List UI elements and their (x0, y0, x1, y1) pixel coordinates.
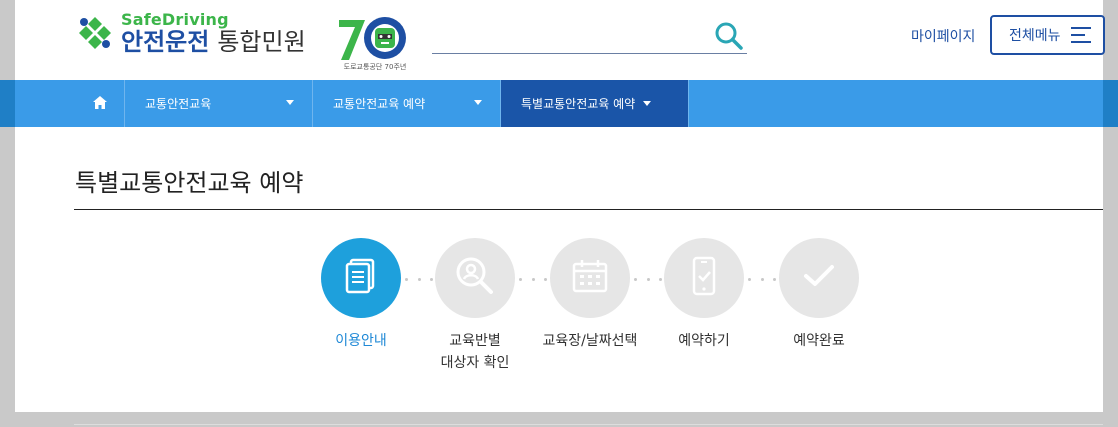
step-reserve[interactable]: 예약하기 (664, 238, 744, 349)
mobile-check-icon (691, 256, 717, 300)
logo-sub-text: SafeDriving (121, 10, 229, 29)
nav-item-education-reservation[interactable]: 교통안전교육 예약 (313, 80, 501, 127)
site-logo[interactable]: SafeDriving 안전운전 통합민원 (75, 12, 306, 54)
page-title: 특별교통안전교육 예약 (75, 169, 304, 197)
caret-down-icon (286, 100, 294, 105)
anniversary-70-logo: 도로교통공단 70주년 (335, 12, 415, 71)
mypage-link[interactable]: 마이페이지 (911, 26, 975, 46)
home-icon (92, 94, 107, 113)
nav-item-label: 교통안전교육 (145, 97, 212, 111)
search-bar[interactable] (432, 18, 747, 54)
step-label: 예약완료 (793, 333, 845, 349)
nav-home-button[interactable] (75, 80, 125, 127)
checkmark-icon (802, 263, 836, 293)
step-guide[interactable]: 이용안내 (321, 238, 401, 349)
step-location-date[interactable]: 교육장/날짜선택 (543, 238, 637, 349)
caret-down-icon (474, 100, 482, 105)
nav-item-label: 교통안전교육 예약 (333, 97, 426, 111)
step-complete[interactable]: 예약완료 (779, 238, 859, 349)
nav-item-traffic-safety-education[interactable]: 교통안전교육 (125, 80, 313, 127)
hamburger-icon (1071, 27, 1091, 45)
all-menu-button[interactable]: 전체메뉴 (990, 15, 1105, 55)
anniversary-caption: 도로교통공단 70주년 (343, 63, 407, 71)
person-search-icon (454, 255, 496, 301)
bottom-divider (74, 424, 1103, 425)
calendar-icon (571, 258, 609, 298)
document-icon (343, 257, 379, 299)
title-divider (74, 209, 1103, 210)
step-target-check[interactable]: 교육반별 대상자 확인 (435, 238, 515, 371)
all-menu-label: 전체메뉴 (1009, 28, 1061, 44)
logo-main-text: 안전운전 (121, 28, 210, 56)
main-nav-bar: 교통안전교육 교통안전교육 예약 특별교통안전교육 예약 (0, 80, 1118, 127)
logo-service-text: 통합민원 (217, 28, 306, 56)
clover-logo-icon (75, 13, 115, 53)
nav-item-special-education-reservation[interactable]: 특별교통안전교육 예약 (501, 80, 689, 127)
header: SafeDriving 안전운전통합민원 도로교통공단 70주년 마이페이지 (15, 0, 1105, 80)
caret-down-icon (643, 101, 652, 106)
nav-item-label: 특별교통안전교육 예약 (521, 97, 636, 111)
search-icon[interactable] (713, 20, 745, 52)
